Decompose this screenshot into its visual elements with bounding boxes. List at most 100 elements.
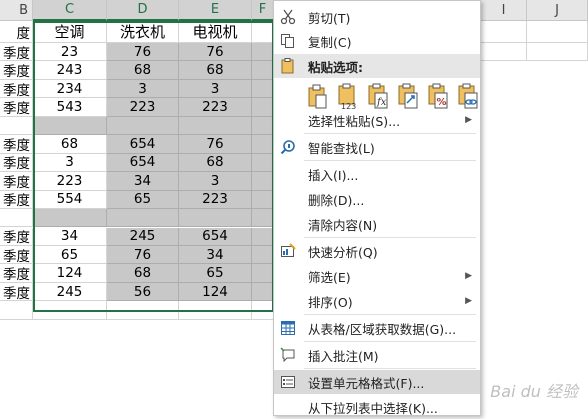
table-cell[interactable]: 68 [179,153,252,173]
table-cell[interactable]: 3 [179,79,252,99]
menu-item-get-data[interactable]: 从表格/区域获取数据(G)... [274,316,480,340]
cell-header-f[interactable] [252,21,274,43]
table-cell[interactable]: 124 [33,264,107,283]
cell-header-ac[interactable]: 空调 [33,21,107,43]
table-cell[interactable]: 季度 [0,153,33,173]
menu-item-paste-special[interactable]: 选择性粘贴(S)... ▶ [274,108,480,132]
table-cell[interactable] [252,227,274,246]
column-header-e[interactable]: E [179,0,252,21]
table-cell[interactable]: 季度 [0,264,33,283]
menu-item-delete[interactable]: 删除(D)... [274,187,480,211]
table-cell[interactable] [0,209,33,228]
table-cell[interactable] [107,209,179,228]
menu-item-insert[interactable]: 插入(I)... [274,162,480,186]
paste-formatting-icon[interactable]: % [426,83,450,111]
table-cell[interactable]: 季度 [0,172,33,191]
menu-item-quick-analysis[interactable]: 快速分析(Q) [274,239,480,263]
table-cell[interactable]: 654 [107,135,179,154]
column-header-d[interactable]: D [107,0,179,21]
table-cell[interactable]: 23 [33,43,107,62]
table-cell[interactable] [179,116,252,136]
table-cell[interactable]: 245 [107,227,179,246]
table-cell[interactable]: 68 [107,264,179,283]
table-cell[interactable]: 543 [33,98,107,117]
table-cell[interactable]: 季度 [0,135,33,154]
table-cell[interactable]: 223 [179,190,252,210]
table-cell[interactable]: 季度 [0,245,33,265]
table-cell[interactable] [33,209,107,228]
table-cell[interactable]: 654 [107,153,179,173]
table-cell[interactable]: 65 [179,264,252,283]
table-cell[interactable] [252,301,274,320]
table-cell[interactable] [0,116,33,136]
table-cell[interactable] [33,301,107,320]
table-cell[interactable]: 76 [107,245,179,265]
menu-item-filter[interactable]: 筛选(E) ▶ [274,264,480,288]
paste-formulas-icon[interactable]: fx [366,83,390,111]
table-cell[interactable]: 654 [179,227,252,246]
table-cell[interactable] [107,301,179,320]
menu-item-cut[interactable]: 剪切(T) [274,5,480,29]
table-cell[interactable]: 124 [179,282,252,302]
table-cell[interactable]: 76 [179,43,252,62]
column-header-i[interactable]: I [481,0,527,21]
table-cell[interactable]: 65 [33,245,107,265]
menu-item-smart-lookup[interactable]: 智能查找(L) [274,135,480,159]
table-cell[interactable] [252,43,274,62]
table-cell[interactable] [179,209,252,228]
table-cell[interactable]: 245 [33,282,107,302]
table-cell[interactable]: 68 [33,135,107,154]
table-cell[interactable] [107,116,179,136]
table-cell[interactable] [33,116,107,136]
table-cell[interactable] [252,190,274,210]
table-cell[interactable]: 季度 [0,43,33,62]
column-header-j[interactable]: J [527,0,588,21]
paste-link-icon[interactable] [456,83,480,111]
table-cell[interactable] [179,301,252,320]
table-cell[interactable]: 234 [33,79,107,99]
table-cell[interactable]: 34 [179,245,252,265]
table-cell[interactable]: 76 [107,43,179,62]
table-cell[interactable] [252,209,274,228]
table-cell[interactable]: 季度 [0,227,33,246]
table-cell[interactable]: 季度 [0,79,33,99]
table-cell[interactable]: 34 [107,172,179,191]
table-cell[interactable] [252,98,274,117]
table-cell[interactable]: 3 [107,79,179,99]
table-cell[interactable]: 季度 [0,61,33,80]
table-cell[interactable]: 34 [33,227,107,246]
column-header-b[interactable]: B [0,0,33,21]
menu-item-sort[interactable]: 排序(O) ▶ [274,289,480,313]
table-cell[interactable]: 季度 [0,190,33,210]
table-cell[interactable]: 243 [33,61,107,80]
table-cell[interactable] [252,172,274,191]
table-cell[interactable] [252,116,274,136]
table-cell[interactable]: 65 [107,190,179,210]
paste-transpose-icon[interactable] [396,83,420,111]
table-cell[interactable] [252,153,274,173]
table-cell[interactable]: 季度 [0,98,33,117]
cell-header-tv[interactable]: 电视机 [179,21,252,43]
menu-item-insert-comment[interactable]: 插入批注(M) [274,343,480,367]
column-header-c[interactable]: C [33,0,107,21]
menu-item-copy[interactable]: 复制(C) [274,29,480,53]
cell-header-b[interactable]: 度 [0,21,33,43]
cell-i-2[interactable] [481,43,527,61]
table-cell[interactable]: 3 [33,153,107,173]
menu-item-pick-from-list[interactable]: 从下拉列表中选择(K)... [274,395,480,419]
table-cell[interactable]: 季度 [0,282,33,302]
cell-i-1[interactable] [481,21,527,43]
paste-icon[interactable] [306,83,330,111]
table-cell[interactable]: 223 [179,98,252,117]
menu-item-clear-contents[interactable]: 清除内容(N) [274,212,480,236]
column-header-f[interactable]: F [252,0,274,21]
paste-values-icon[interactable]: 123 [336,83,360,111]
table-cell[interactable]: 68 [107,61,179,80]
cell-j-1[interactable] [527,21,588,43]
table-cell[interactable]: 223 [107,98,179,117]
table-cell[interactable]: 56 [107,282,179,302]
table-cell[interactable]: 3 [179,172,252,191]
table-cell[interactable] [252,264,274,283]
table-cell[interactable]: 76 [179,135,252,154]
table-cell[interactable]: 223 [33,172,107,191]
